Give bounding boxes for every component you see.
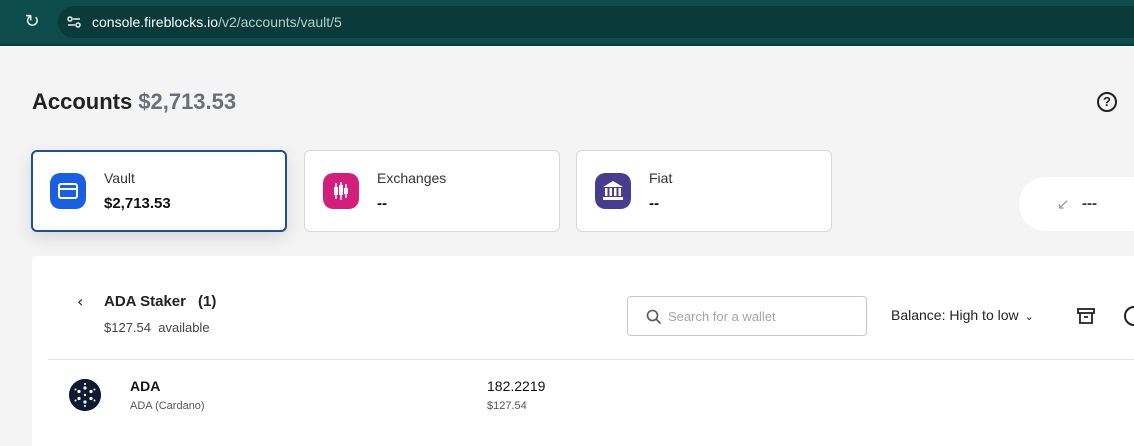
wallet-search[interactable] xyxy=(627,296,867,336)
accounts-total: $2,713.53 xyxy=(138,89,237,114)
wallet-title: ADA Staker (1) xyxy=(104,293,216,310)
url-text[interactable]: console.fireblocks.io/v2/accounts/vault/… xyxy=(92,14,342,30)
browser-toolbar: ↻ console.fireblocks.io/v2/accounts/vaul… xyxy=(0,0,1134,46)
fiat-card-label: Fiat xyxy=(649,170,673,186)
exchanges-card-value: -- xyxy=(377,195,387,212)
url-host: console.fireblocks.io xyxy=(92,14,219,30)
search-icon xyxy=(646,309,662,325)
vault-icon xyxy=(50,173,86,209)
transfer-summary-value: --- xyxy=(1082,195,1097,212)
help-icon[interactable]: ? xyxy=(1097,92,1117,112)
address-bar[interactable]: console.fireblocks.io/v2/accounts/vault/… xyxy=(58,6,1134,38)
bank-icon xyxy=(595,173,631,209)
page-title: Accounts $2,713.53 xyxy=(32,89,236,115)
cardano-icon xyxy=(69,379,101,411)
wallet-name: ADA Staker xyxy=(104,293,186,310)
search-input[interactable] xyxy=(668,306,858,326)
divider xyxy=(48,359,1134,360)
wallet-available-label: available xyxy=(158,320,210,335)
wallet-available-amount: $127.54 xyxy=(104,320,151,335)
sort-dropdown[interactable]: Balance: High to low ⌄ xyxy=(891,307,1034,323)
exchange-candles-icon xyxy=(323,173,359,209)
reload-icon[interactable]: ↻ xyxy=(22,12,42,32)
sort-label: Balance: High to low xyxy=(891,307,1019,323)
asset-usd-value: $127.54 xyxy=(487,400,527,412)
archive-icon[interactable] xyxy=(1076,306,1096,326)
fiat-card-value: -- xyxy=(649,195,659,212)
wallet-panel xyxy=(32,256,1134,446)
wallet-asset-count: (1) xyxy=(197,293,217,310)
chevron-down-icon: ⌄ xyxy=(1024,310,1034,323)
url-path: /v2/accounts/vault/5 xyxy=(218,14,342,30)
vault-card-value: $2,713.53 xyxy=(104,195,171,212)
back-chevron-icon[interactable]: ‹ xyxy=(77,292,83,311)
vault-card[interactable]: Vault $2,713.53 xyxy=(31,150,287,232)
page-title-text: Accounts xyxy=(32,89,133,114)
asset-name: ADA (Cardano) xyxy=(130,400,205,412)
wallet-available: $127.54 available xyxy=(104,320,210,335)
fiat-card[interactable]: Fiat -- xyxy=(576,150,832,232)
vault-card-label: Vault xyxy=(104,170,135,186)
asset-symbol: ADA xyxy=(130,378,161,394)
incoming-arrow-icon: ↙ xyxy=(1057,195,1070,213)
asset-amount: 182.2219 xyxy=(487,378,546,394)
transfer-summary-card[interactable]: ↙ --- xyxy=(1019,177,1134,231)
exchanges-card[interactable]: Exchanges -- xyxy=(304,150,560,232)
exchanges-card-label: Exchanges xyxy=(377,170,447,186)
site-settings-icon[interactable] xyxy=(66,14,82,30)
